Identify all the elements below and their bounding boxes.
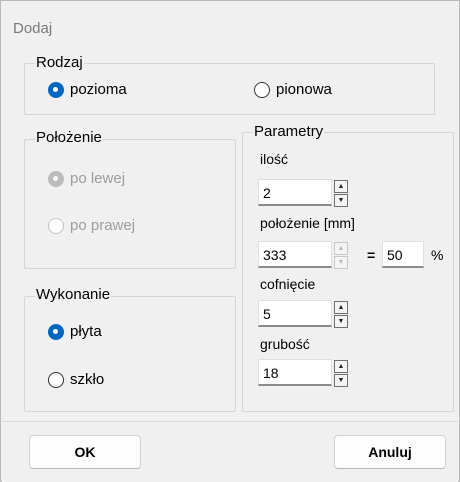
wykonanie-group-label: Wykonanie [35,286,112,304]
radio-po-prawej-indicator[interactable] [48,217,64,234]
radio-po-prawej[interactable]: po prawej [48,217,135,234]
grubosc-up-icon[interactable]: ▲ [334,360,348,373]
cofniecie-input[interactable]: 5 [258,300,332,327]
ilosc-label: ilość [260,151,289,167]
cofniecie-down-icon[interactable]: ▼ [334,315,348,328]
radio-szklo-indicator[interactable] [48,371,64,388]
ilosc-up-icon[interactable]: ▲ [334,180,348,193]
wykonanie-group [24,296,236,412]
grubosc-spinner[interactable]: ▲ ▼ [334,360,348,388]
grubosc-down-icon[interactable]: ▼ [334,374,348,387]
radio-pozioma[interactable]: pozioma [48,81,127,98]
title-bar[interactable]: Dodaj [2,2,458,44]
polozenie-mm-up-icon[interactable]: ▲ [334,242,348,255]
polozenie-mm-label: położenie [mm] [260,215,355,231]
radio-plyta-label[interactable]: płyta [70,323,102,340]
polozenie-mm-down-icon[interactable]: ▼ [334,256,348,269]
radio-plyta-indicator[interactable] [48,323,64,340]
radio-pozioma-label[interactable]: pozioma [70,81,127,98]
ilosc-down-icon[interactable]: ▼ [334,194,348,207]
equals-sign: = [367,247,376,263]
window-title: Dodaj [13,20,53,37]
radio-szklo[interactable]: szkło [48,371,104,388]
percent-sign: % [431,247,444,263]
radio-pionowa-label[interactable]: pionowa [276,81,332,98]
ok-button[interactable]: OK [29,435,141,469]
polozenie-mm-spinner[interactable]: ▲ ▼ [334,242,348,270]
grubosc-label: grubość [260,336,310,352]
radio-plyta[interactable]: płyta [48,323,102,340]
polozenie-mm-input[interactable]: 333 [258,241,332,268]
rodzaj-group-label: Rodzaj [35,54,84,72]
ilosc-spinner[interactable]: ▲ ▼ [334,180,348,208]
radio-po-lewej[interactable]: po lewej [48,170,125,187]
polozenie-group [24,139,236,269]
radio-pionowa-indicator[interactable] [254,81,270,98]
radio-szklo-label[interactable]: szkło [70,371,104,388]
ilosc-input[interactable]: 2 [258,179,332,206]
radio-po-prawej-label[interactable]: po prawej [70,217,135,234]
parametry-group-label: Parametry [253,123,325,141]
polozenie-group-label: Położenie [35,129,103,147]
radio-pionowa[interactable]: pionowa [254,81,332,98]
cancel-button[interactable]: Anuluj [334,435,446,469]
radio-po-lewej-indicator[interactable] [48,170,64,187]
cofniecie-up-icon[interactable]: ▲ [334,301,348,314]
dialog-window: Dodaj Rodzaj pozioma pionowa Położenie p… [0,0,460,482]
radio-po-lewej-label[interactable]: po lewej [70,170,125,187]
cofniecie-spinner[interactable]: ▲ ▼ [334,301,348,329]
radio-pozioma-indicator[interactable] [48,81,64,98]
percent-input[interactable]: 50 [382,241,424,268]
cofniecie-label: cofnięcie [260,276,316,292]
grubosc-input[interactable]: 18 [258,359,332,386]
